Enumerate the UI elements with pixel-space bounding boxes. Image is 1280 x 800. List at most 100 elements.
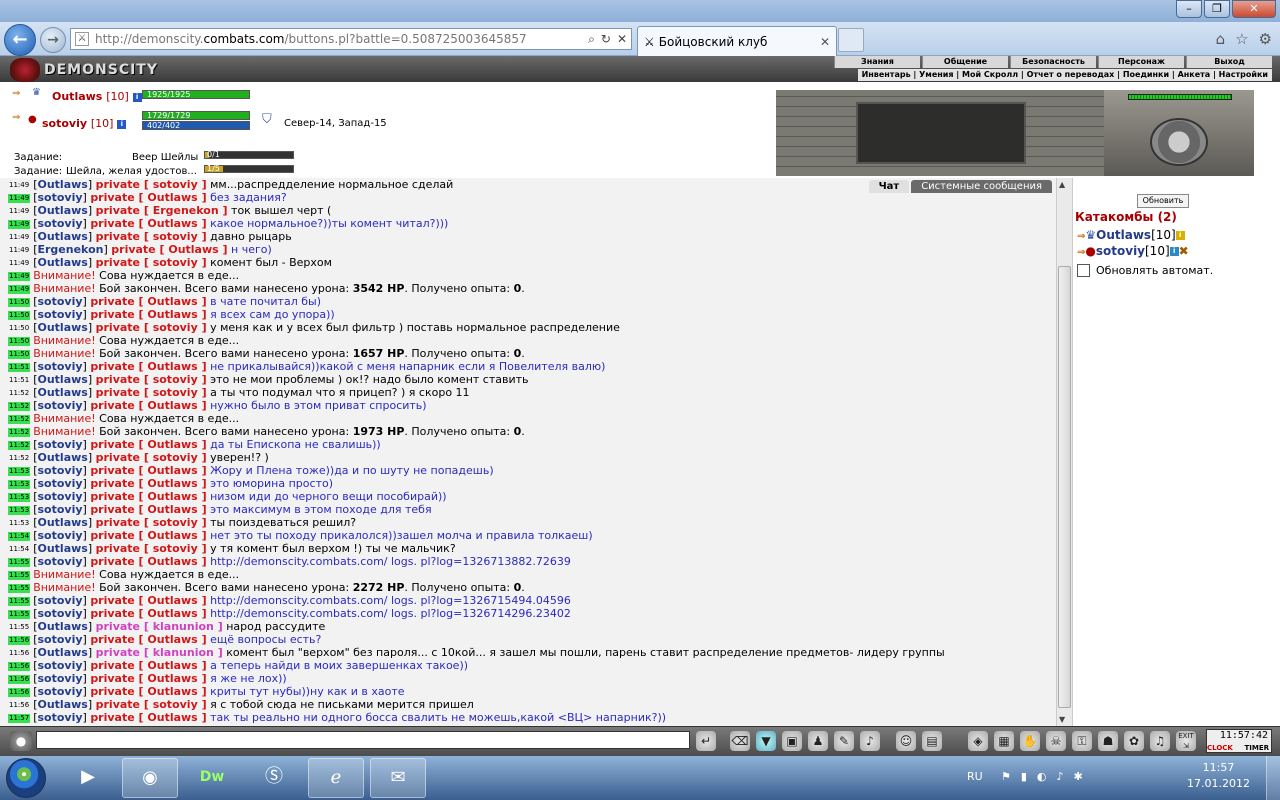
sender-nick[interactable]: sotoviy	[37, 477, 82, 490]
private-recipient[interactable]: private [ Outlaws ]	[90, 191, 206, 204]
taskbar-clock[interactable]: 11:57 17.01.2012	[1187, 760, 1250, 792]
horn-icon[interactable]: ♫	[1150, 731, 1170, 751]
chat-log[interactable]: Чат Системные сообщения 11:49 [Outlaws] p…	[0, 178, 1056, 726]
sender-nick[interactable]: sotoviy	[37, 685, 82, 698]
sub-menu[interactable]: Инвентарь | Умения | Мой Скролл | Отчет …	[857, 69, 1272, 81]
lock-icon[interactable]: ⚿	[1072, 731, 1092, 751]
scroll-down-icon[interactable]: ▼	[1059, 715, 1065, 724]
private-recipient[interactable]: private [ Outlaws ]	[90, 399, 206, 412]
menu-social[interactable]: Общение	[922, 56, 1008, 68]
chat-scrollbar[interactable]: ▲ ▼	[1056, 178, 1072, 726]
private-recipient[interactable]: private [ Outlaws ]	[90, 477, 206, 490]
sender-nick[interactable]: Outlaws	[37, 516, 87, 529]
language-indicator[interactable]: RU	[967, 770, 983, 783]
private-recipient[interactable]: private [ Outlaws ]	[90, 529, 206, 542]
smiles-icon[interactable]: ✎	[834, 731, 854, 751]
private-recipient[interactable]: private [ Outlaws ]	[90, 438, 206, 451]
start-button[interactable]	[6, 758, 46, 798]
sender-nick[interactable]: Outlaws	[37, 230, 87, 243]
sender-nick[interactable]: sotoviy	[37, 438, 82, 451]
auto-refresh[interactable]: Обновлять автомат.	[1077, 264, 1213, 277]
browser-tab[interactable]: ⚔ Бойцовский клуб ✕	[637, 26, 837, 56]
search-icon[interactable]: ⌕	[588, 32, 595, 47]
smile-face-icon[interactable]: ☺	[896, 731, 916, 751]
private-recipient[interactable]: private [ sotoviy ]	[96, 698, 207, 711]
sender-nick[interactable]: Outlaws	[37, 620, 87, 633]
private-recipient[interactable]: private [ Outlaws ]	[90, 607, 206, 620]
chest-icon[interactable]: ▦	[994, 731, 1014, 751]
minimize-button[interactable]: –	[1176, 0, 1202, 18]
sender-nick[interactable]: sotoviy	[37, 633, 82, 646]
sender-nick[interactable]: sotoviy	[37, 672, 82, 685]
group-icon[interactable]: ☗	[1098, 731, 1118, 751]
private-recipient[interactable]: private [ sotoviy ]	[96, 373, 207, 386]
exit-button[interactable]: EXIT ⇲	[1176, 731, 1196, 751]
settings-gear-icon[interactable]: ⚙	[1259, 30, 1272, 48]
sender-nick[interactable]: sotoviy	[37, 529, 82, 542]
inventory-bag-icon[interactable]: ◈	[968, 731, 988, 751]
sender-nick[interactable]: Ergenekon	[37, 243, 103, 256]
maximize-button[interactable]: ❐	[1204, 0, 1230, 18]
sender-nick[interactable]: sotoviy	[37, 711, 82, 724]
battle-swords-icon[interactable]: ✖	[1179, 244, 1189, 258]
clear-icon[interactable]: ⌫	[730, 731, 750, 751]
room-player[interactable]: ⇒♛Outlaws[10] i	[1077, 228, 1185, 242]
filter-icon[interactable]: ▼	[756, 731, 776, 751]
private-recipient[interactable]: private [ sotoviy ]	[96, 321, 207, 334]
refresh-button[interactable]: Обновить	[1137, 194, 1189, 208]
sender-nick[interactable]: Outlaws	[37, 698, 87, 711]
hand-icon[interactable]: ✋	[1020, 731, 1040, 751]
sender-nick[interactable]: Outlaws	[37, 204, 87, 217]
translit-icon[interactable]: ▤	[922, 731, 942, 751]
show-desktop-button[interactable]	[1266, 756, 1280, 800]
sender-nick[interactable]: sotoviy	[37, 490, 82, 503]
menu-character[interactable]: Персонаж	[1098, 56, 1184, 68]
private-recipient[interactable]: private [ Outlaws ]	[90, 685, 206, 698]
player1-name[interactable]: Outlaws [10] i	[52, 90, 142, 103]
menu-security[interactable]: Безопасность	[1010, 56, 1096, 68]
player2-name[interactable]: sotoviy [10] i	[42, 117, 127, 130]
private-recipient[interactable]: private [ Outlaws ]	[90, 490, 206, 503]
private-recipient[interactable]: private [ Outlaws ]	[111, 243, 227, 256]
forward-button[interactable]: →	[40, 27, 66, 53]
internet-explorer-icon[interactable]: ℯ	[308, 758, 364, 798]
dreamweaver-icon[interactable]: Dw	[184, 758, 240, 798]
private-recipient[interactable]: private [ sotoviy ]	[96, 178, 207, 191]
menu-knowledge[interactable]: Знания	[834, 56, 920, 68]
dungeon-view[interactable]	[776, 90, 1104, 176]
paw-icon[interactable]: ✿	[1124, 731, 1144, 751]
new-tab-button[interactable]	[838, 28, 864, 52]
refresh-icon[interactable]: ↻	[601, 32, 611, 47]
auto-refresh-checkbox[interactable]	[1077, 264, 1090, 277]
compass-dial-icon[interactable]	[1150, 118, 1208, 166]
room-player[interactable]: ⇒●sotoviy[10] i ✖	[1077, 244, 1189, 258]
sender-nick[interactable]: sotoviy	[37, 607, 82, 620]
sender-nick[interactable]: Outlaws	[37, 256, 87, 269]
private-recipient[interactable]: private [ Ergenekon ]	[96, 204, 228, 217]
private-recipient[interactable]: private [ sotoviy ]	[96, 256, 207, 269]
skull-icon[interactable]: ☠	[1046, 731, 1066, 751]
sender-nick[interactable]: sotoviy	[37, 217, 82, 230]
stop-icon[interactable]: ✕	[617, 32, 627, 47]
sender-nick[interactable]: Outlaws	[37, 542, 87, 555]
sender-nick[interactable]: sotoviy	[37, 360, 82, 373]
fighter-icon[interactable]: ♟	[808, 731, 828, 751]
chrome-icon[interactable]: ◉	[122, 758, 178, 798]
sender-nick[interactable]: sotoviy	[37, 503, 82, 516]
sender-nick[interactable]: sotoviy	[37, 555, 82, 568]
private-recipient[interactable]: private [ Outlaws ]	[90, 360, 206, 373]
sender-nick[interactable]: sotoviy	[37, 399, 82, 412]
media-player-icon[interactable]: ▶	[60, 758, 116, 798]
sender-nick[interactable]: Outlaws	[37, 451, 87, 464]
sender-nick[interactable]: sotoviy	[37, 659, 82, 672]
back-button[interactable]: ←	[4, 24, 36, 56]
tab-chat[interactable]: Чат	[868, 180, 910, 193]
sender-nick[interactable]: Outlaws	[37, 373, 87, 386]
private-recipient[interactable]: private [ sotoviy ]	[96, 451, 207, 464]
chat-speaker-icon[interactable]: ●	[10, 731, 32, 751]
sender-nick[interactable]: sotoviy	[37, 295, 82, 308]
favorites-star-icon[interactable]: ☆	[1235, 30, 1248, 48]
private-recipient[interactable]: private [ Outlaws ]	[90, 659, 206, 672]
navigation-compass[interactable]	[1104, 90, 1254, 176]
private-recipient[interactable]: private [ Outlaws ]	[90, 594, 206, 607]
